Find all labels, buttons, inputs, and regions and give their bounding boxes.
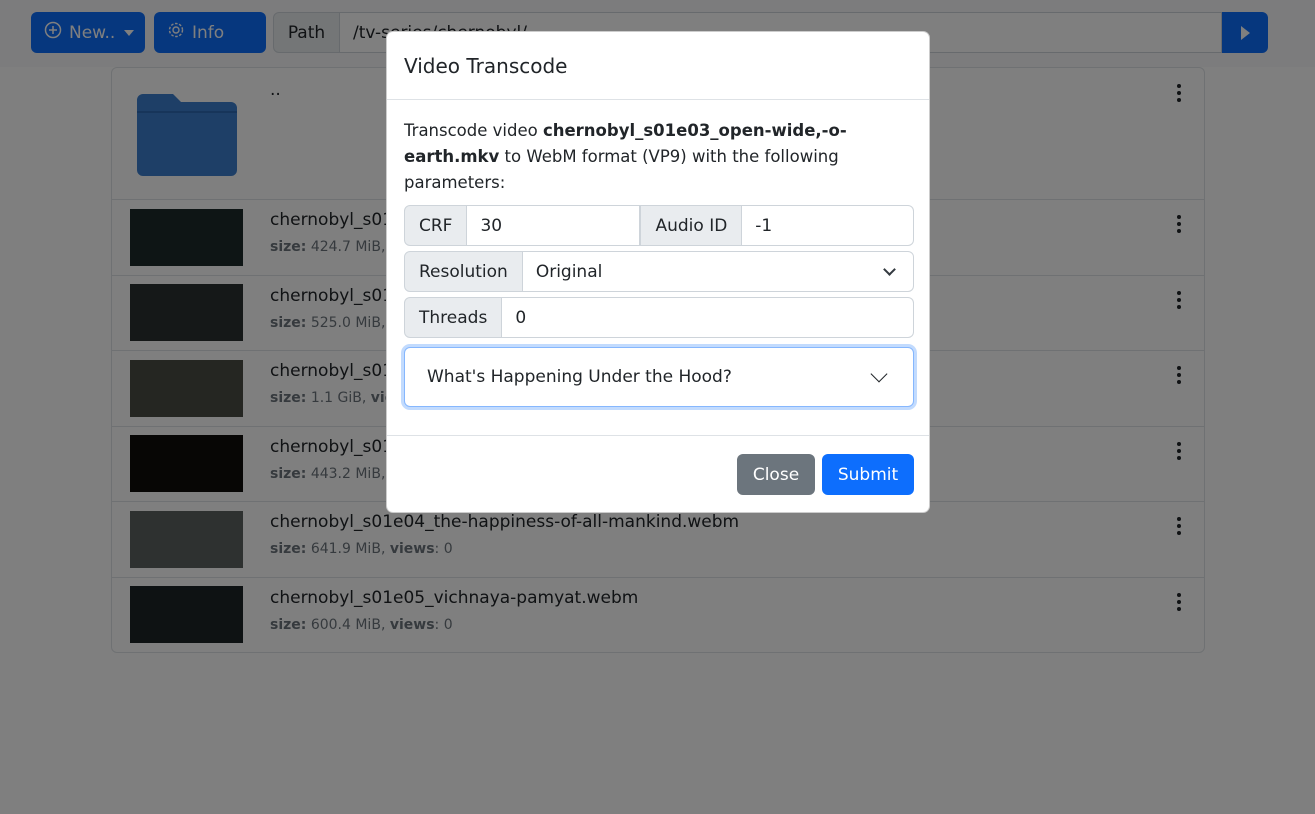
resolution-label: Resolution [404, 251, 523, 292]
crf-label: CRF [404, 205, 468, 246]
accordion-label: What's Happening Under the Hood? [427, 367, 732, 387]
submit-button[interactable]: Submit [822, 454, 914, 495]
resolution-select[interactable]: Original [522, 251, 914, 292]
threads-input-group: Threads 0 [404, 297, 914, 338]
under-the-hood-accordion[interactable]: What's Happening Under the Hood? [404, 347, 914, 407]
threads-input[interactable]: 0 [502, 297, 914, 338]
crf-input[interactable]: 30 [467, 205, 641, 246]
crf-audio-input-group: CRF 30 Audio ID -1 [404, 205, 914, 246]
modal-body: Transcode video chernobyl_s01e03_open-wi… [387, 100, 929, 407]
transcode-description: Transcode video chernobyl_s01e03_open-wi… [404, 121, 847, 192]
chevron-down-icon [883, 262, 896, 276]
audio-id-input[interactable]: -1 [742, 205, 914, 246]
modal-header: Video Transcode [387, 32, 929, 100]
resolution-input-group: Resolution Original [404, 251, 914, 292]
audio-id-label: Audio ID [640, 205, 743, 246]
modal-footer: Close Submit [387, 435, 929, 513]
video-transcode-modal: Video Transcode Transcode video chernoby… [386, 31, 930, 513]
chevron-down-icon [870, 365, 888, 383]
resolution-selected-value: Original [535, 261, 603, 282]
threads-label: Threads [404, 297, 503, 338]
close-button[interactable]: Close [737, 454, 815, 495]
modal-title: Video Transcode [404, 53, 568, 78]
